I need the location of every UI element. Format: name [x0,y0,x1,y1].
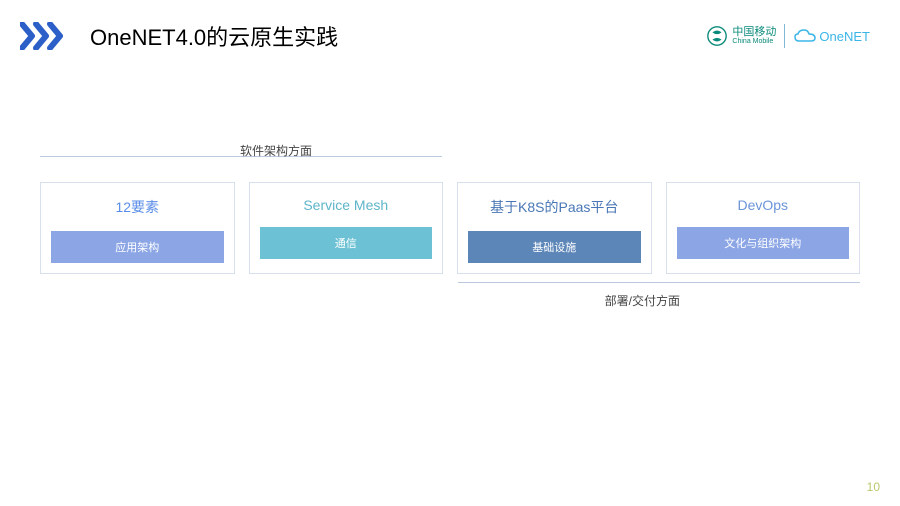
onenet-logo: OneNET [793,28,870,44]
onenet-text: OneNET [819,29,870,44]
card-title: 基于K8S的Paas平台 [468,197,641,217]
card-12-factors: 12要素 应用架构 [40,182,235,274]
card-title: 12要素 [51,197,224,217]
card-devops: DevOps 文化与组织架构 [666,182,861,274]
slide-header: OneNET4.0的云原生实践 中国移动 China Mobile OneNET [0,0,900,62]
diagram-content: 软件架构方面 12要素 应用架构 Service Mesh 通信 基于K8S的P… [40,150,860,274]
decorative-arrows-icon [20,22,70,50]
card-service-mesh: Service Mesh 通信 [249,182,444,274]
card-subtitle: 文化与组织架构 [677,227,850,259]
bottom-bracket-line [458,282,860,283]
china-mobile-cn-text: 中国移动 [732,27,776,38]
header-left: OneNET4.0的云原生实践 [20,20,338,52]
china-mobile-logo: 中国移动 China Mobile [706,25,776,47]
page-title: OneNET4.0的云原生实践 [90,20,338,52]
card-subtitle: 应用架构 [51,231,224,263]
card-title: Service Mesh [260,197,433,213]
page-number: 10 [867,480,880,494]
cloud-icon [793,28,817,44]
card-subtitle: 基础设施 [468,231,641,263]
card-row: 12要素 应用架构 Service Mesh 通信 基于K8S的Paas平台 基… [40,150,860,274]
china-mobile-en-text: China Mobile [732,38,776,45]
card-k8s-paas: 基于K8S的Paas平台 基础设施 [457,182,652,274]
software-arch-label: 软件架构方面 [240,142,312,159]
deploy-delivery-label: 部署/交付方面 [605,292,680,309]
logo-divider [784,24,785,48]
logo-group: 中国移动 China Mobile OneNET [706,24,870,48]
card-title: DevOps [677,197,850,213]
china-mobile-icon [706,25,728,47]
card-subtitle: 通信 [260,227,433,259]
